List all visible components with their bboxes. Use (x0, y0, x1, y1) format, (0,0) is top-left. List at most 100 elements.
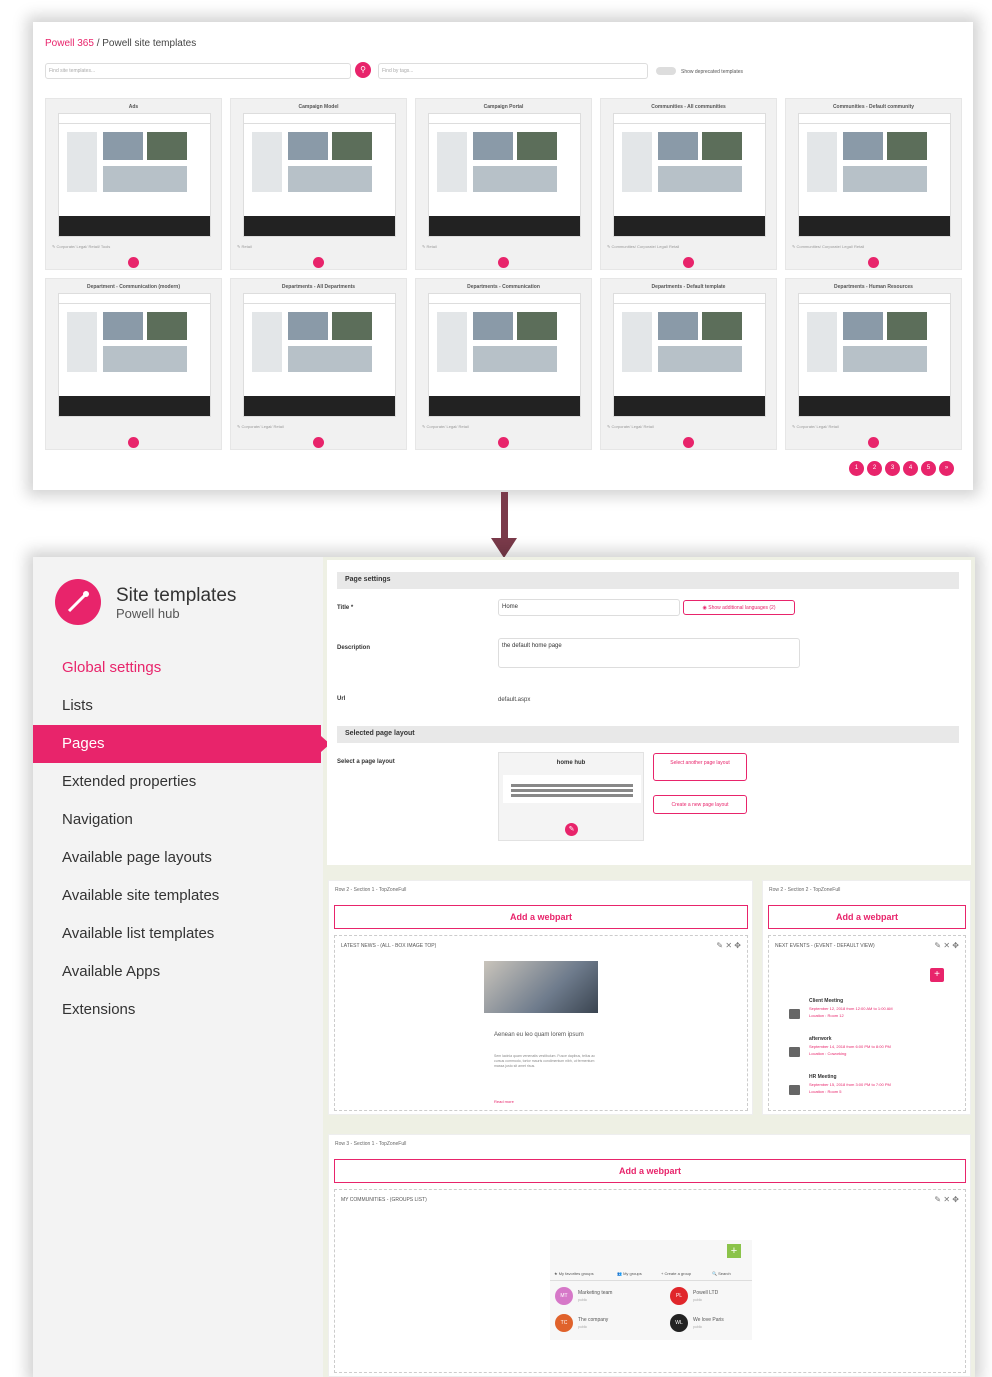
event-name[interactable]: HR Meeting (809, 1074, 837, 1080)
nav-pages[interactable]: Pages (33, 725, 330, 763)
tab-my-groups[interactable]: 👥 My groups (617, 1271, 642, 1276)
title-input[interactable]: Home (498, 599, 680, 616)
template-card[interactable]: Department - Communication (modern) (45, 278, 222, 450)
show-languages-button[interactable]: ◉ Show additional languages (2) (683, 600, 795, 615)
nav-available-site-templates[interactable]: Available site templates (33, 877, 321, 915)
template-thumbnail[interactable] (428, 293, 581, 417)
template-card[interactable]: Departments - Communication ✎ Corporate/ … (415, 278, 592, 450)
template-title: Ads (128, 104, 139, 110)
template-search-input[interactable]: Find site templates... (45, 63, 351, 79)
template-card[interactable]: Campaign Model ✎ Retail (230, 98, 407, 270)
use-template-button[interactable] (128, 257, 139, 268)
edit-icon[interactable]: ✎ (934, 1195, 941, 1204)
template-thumbnail[interactable] (243, 293, 396, 417)
url-value: default.aspx (498, 697, 531, 703)
nav-available-list-templates[interactable]: Available list templates (33, 915, 321, 953)
tab-search[interactable]: 🔍 Search (712, 1271, 731, 1276)
template-thumbnail[interactable] (243, 113, 396, 237)
breadcrumb-separator: / (93, 38, 103, 49)
nav-navigation[interactable]: Navigation (33, 801, 321, 839)
deprecated-toggle[interactable] (656, 67, 676, 75)
news-image (484, 961, 598, 1013)
move-icon[interactable]: ✥ (952, 1195, 959, 1204)
page-1[interactable]: 1 (849, 461, 864, 476)
zone-title: Row 2 - Section 2 - TopZoneFull (769, 887, 841, 893)
nav-available-apps[interactable]: Available Apps (33, 953, 321, 991)
nav-global-settings[interactable]: Global settings (33, 649, 321, 687)
edit-icon[interactable]: ✎ (716, 941, 723, 950)
group-name[interactable]: Marketing team (578, 1290, 612, 1296)
edit-icon[interactable]: ✎ (934, 941, 941, 950)
page-3[interactable]: 3 (885, 461, 900, 476)
move-icon[interactable]: ✥ (734, 941, 741, 950)
page-5[interactable]: 5 (921, 461, 936, 476)
template-card[interactable]: Communities - Default community ✎ Communi… (785, 98, 962, 270)
template-thumbnail[interactable] (58, 293, 211, 417)
close-icon[interactable]: ✕ (725, 941, 732, 950)
webpart-actions: ✎ ✕ ✥ (934, 1195, 959, 1204)
nav-extended-properties[interactable]: Extended properties (33, 763, 321, 801)
template-card[interactable]: Departments - Human Resources ✎ Corporate… (785, 278, 962, 450)
zone-row2-section2: Row 2 - Section 2 - TopZoneFull Add a we… (762, 880, 971, 1115)
template-thumbnail[interactable] (798, 113, 951, 237)
template-card[interactable]: Departments - All Departments ✎ Corporate… (230, 278, 407, 450)
page-2[interactable]: 2 (867, 461, 882, 476)
create-new-layout-button[interactable]: Create a new page layout (653, 795, 747, 814)
nav-lists[interactable]: Lists (33, 687, 321, 725)
use-template-button[interactable] (313, 437, 324, 448)
tab-create-group[interactable]: + Create a group (661, 1271, 691, 1276)
search-icon: ⚲ (360, 65, 366, 74)
move-icon[interactable]: ✥ (952, 941, 959, 950)
next-events-webpart: NEXT EVENTS - (EVENT - DEFAULT VIEW) ✎ ✕… (768, 935, 966, 1111)
page-4[interactable]: 4 (903, 461, 918, 476)
page-next[interactable]: » (939, 461, 954, 476)
event-name[interactable]: Client Meeting (809, 998, 843, 1004)
use-template-button[interactable] (683, 437, 694, 448)
add-webpart-button[interactable]: Add a webpart (334, 1159, 966, 1183)
use-template-button[interactable] (683, 257, 694, 268)
group-name[interactable]: Powell LTD (693, 1290, 718, 1296)
use-template-button[interactable] (498, 257, 509, 268)
edit-layout-button[interactable]: ✎ (565, 823, 578, 836)
tab-favorites[interactable]: ★ My favorites groups (554, 1271, 594, 1276)
event-date: September 15, 2018 from 3:00 PM to 7:00 … (809, 1082, 891, 1087)
news-headline[interactable]: Aenean eu leo quam lorem ipsum (494, 1032, 598, 1038)
search-button[interactable]: ⚲ (355, 62, 371, 78)
nav-available-page-layouts[interactable]: Available page layouts (33, 839, 321, 877)
select-another-layout-button[interactable]: Select another page layout (653, 753, 747, 781)
template-thumbnail[interactable] (613, 293, 766, 417)
layout-preview-card[interactable]: home hub ✎ (498, 752, 644, 841)
description-textarea[interactable]: the default home page (498, 638, 800, 668)
nav-extensions[interactable]: Extensions (33, 991, 321, 1029)
template-card[interactable]: Communities - All communities ✎ Communiti… (600, 98, 777, 270)
template-card[interactable]: Departments - Default template ✎ Corporat… (600, 278, 777, 450)
close-icon[interactable]: ✕ (943, 941, 950, 950)
template-card[interactable]: Ads ✎ Corporate/ Legal/ Retail/ Tools (45, 98, 222, 270)
template-card[interactable]: Campaign Portal ✎ Retail (415, 98, 592, 270)
event-name[interactable]: afterwork (809, 1036, 832, 1042)
add-webpart-button[interactable]: Add a webpart (768, 905, 966, 929)
template-thumbnail[interactable] (428, 113, 581, 237)
template-thumbnail[interactable] (58, 113, 211, 237)
use-template-button[interactable] (498, 437, 509, 448)
tags-search-input[interactable]: Find by tags... (378, 63, 648, 79)
group-name[interactable]: We love Paris (693, 1317, 724, 1323)
group-name[interactable]: The company (578, 1317, 608, 1323)
add-webpart-button[interactable]: Add a webpart (334, 905, 748, 929)
logo (55, 579, 101, 625)
add-group-button[interactable]: + (727, 1244, 741, 1258)
use-template-button[interactable] (128, 437, 139, 448)
zone-row3-section1: Row 3 - Section 1 - TopZoneFull Add a we… (328, 1134, 971, 1377)
news-read-more[interactable]: Read more (494, 1099, 514, 1104)
use-template-button[interactable] (868, 437, 879, 448)
breadcrumb-link[interactable]: Powell 365 (45, 38, 94, 49)
close-icon[interactable]: ✕ (943, 1195, 950, 1204)
template-tags: ✎ Communities/ Corporate/ Legal/ Retail (607, 244, 680, 249)
breadcrumb-current: Powell site templates (102, 38, 197, 49)
use-template-button[interactable] (868, 257, 879, 268)
add-event-button[interactable]: + (930, 968, 944, 982)
use-template-button[interactable] (313, 257, 324, 268)
template-thumbnail[interactable] (613, 113, 766, 237)
template-thumbnail[interactable] (798, 293, 951, 417)
webpart-title: LATEST NEWS - (ALL - BOX IMAGE TOP) (341, 943, 437, 949)
